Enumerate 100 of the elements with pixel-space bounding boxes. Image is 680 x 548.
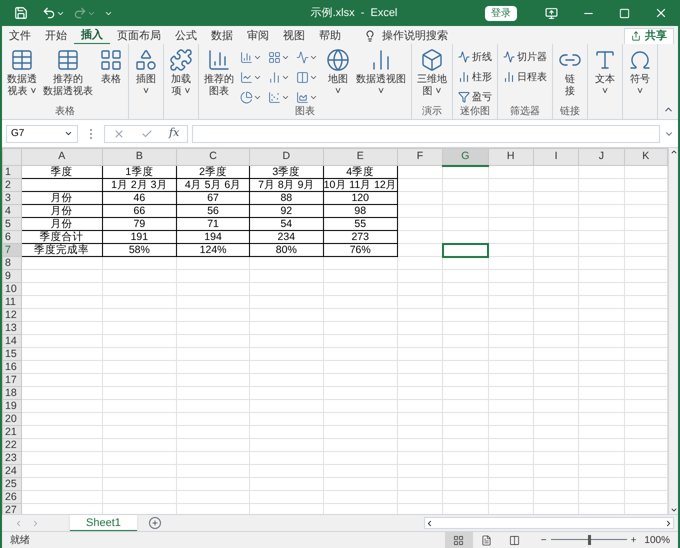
- row-header[interactable]: 17: [2, 374, 22, 387]
- maximize-icon[interactable]: [619, 8, 630, 18]
- sign-in-button[interactable]: 登录: [485, 6, 517, 20]
- column-header[interactable]: K: [624, 148, 668, 166]
- row-header[interactable]: 11: [2, 296, 22, 309]
- ribbon-display-icon[interactable]: [545, 6, 558, 20]
- zoom-level[interactable]: 100%: [644, 532, 670, 548]
- ribbon-tab[interactable]: 开始: [38, 27, 74, 45]
- ribbon-button[interactable]: 盈亏: [456, 88, 494, 106]
- row-header[interactable]: 2: [2, 178, 22, 192]
- row-header[interactable]: 24: [2, 464, 22, 478]
- zoom-slider[interactable]: [550, 535, 627, 545]
- add-sheet-icon[interactable]: [148, 517, 161, 529]
- row-header[interactable]: 25: [2, 478, 22, 491]
- row-header[interactable]: 26: [2, 490, 22, 504]
- row-header[interactable]: 6: [2, 230, 22, 244]
- ribbon-button[interactable]: 文本 ˅: [591, 44, 619, 106]
- table-cell: 79: [102, 218, 177, 231]
- scroll-left-icon[interactable]: [425, 518, 434, 528]
- window-title: 示例.xlsx - Excel: [310, 6, 398, 21]
- row-header[interactable]: 7: [2, 244, 22, 257]
- ribbon-tab[interactable]: 页面布局: [110, 27, 168, 45]
- drag-handle-icon[interactable]: [90, 128, 92, 138]
- ribbon-button[interactable]: 数据透 视表 ˅: [5, 44, 39, 106]
- ribbon-button[interactable]: 链 接: [556, 44, 584, 106]
- table-cell: 98: [323, 204, 398, 218]
- ribbon-tab[interactable]: 文件: [2, 27, 38, 45]
- ribbon-button[interactable]: 日程表: [501, 68, 549, 86]
- row-header[interactable]: 1: [2, 166, 22, 179]
- share-button[interactable]: 共享: [624, 28, 674, 44]
- scroll-up-icon[interactable]: [670, 148, 678, 156]
- horizontal-scrollbar[interactable]: [424, 517, 674, 529]
- close-icon[interactable]: [654, 6, 668, 20]
- table-cell: 季度完成率: [21, 244, 102, 257]
- row-header[interactable]: 23: [2, 452, 22, 465]
- column-header[interactable]: E: [323, 148, 398, 166]
- row-header[interactable]: 21: [2, 426, 22, 439]
- sheet-tab[interactable]: Sheet1: [70, 514, 137, 532]
- ribbon-button[interactable]: 推荐的 数据透视表: [41, 44, 95, 106]
- row-header[interactable]: 16: [2, 360, 22, 374]
- formula-input[interactable]: [192, 124, 660, 142]
- name-box[interactable]: G7: [6, 124, 78, 142]
- cube-icon: [420, 48, 444, 72]
- row-header[interactable]: 10: [2, 282, 22, 296]
- ribbon-button[interactable]: 柱形: [456, 68, 494, 86]
- column-header[interactable]: D: [249, 148, 324, 166]
- bar-chart-icon: [268, 70, 281, 84]
- view-button[interactable]: [444, 532, 473, 548]
- row-header[interactable]: 5: [2, 218, 22, 231]
- save-icon[interactable]: [14, 6, 28, 20]
- tell-me-search[interactable]: 操作说明搜索: [382, 28, 448, 44]
- row-header[interactable]: 27: [2, 504, 22, 514]
- ribbon-tab[interactable]: 公式: [168, 27, 204, 45]
- ribbon-tab[interactable]: 审阅: [240, 27, 276, 45]
- ribbon-button[interactable]: 地图 ˅: [324, 44, 352, 106]
- undo-icon[interactable]: [42, 6, 56, 20]
- row-header[interactable]: 4: [2, 204, 22, 218]
- ribbon-tab[interactable]: 数据: [204, 27, 240, 45]
- row-header[interactable]: 9: [2, 270, 22, 283]
- column-header[interactable]: G: [442, 148, 488, 166]
- ribbon-button[interactable]: 插图 ˅: [132, 44, 160, 106]
- ribbon-button[interactable]: 数据透视图 ˅: [354, 44, 408, 106]
- column-header[interactable]: J: [578, 148, 624, 166]
- row-header[interactable]: 15: [2, 348, 22, 361]
- row-header[interactable]: 18: [2, 386, 22, 400]
- table-cell: 88: [249, 192, 324, 205]
- ribbon-button[interactable]: 加载 项 ˅: [167, 44, 195, 106]
- zoom-out-button[interactable]: −: [540, 532, 547, 548]
- zoom-thumb[interactable]: [588, 535, 591, 545]
- table-cell: 80%: [249, 244, 324, 257]
- row-header[interactable]: 12: [2, 308, 22, 322]
- ribbon-button[interactable]: 切片器: [501, 48, 549, 66]
- scroll-down-icon[interactable]: [670, 506, 678, 514]
- vertical-scrollbar[interactable]: [668, 148, 678, 514]
- row-header[interactable]: 13: [2, 322, 22, 335]
- column-header[interactable]: B: [102, 148, 177, 166]
- row-header[interactable]: 3: [2, 192, 22, 205]
- column-header[interactable]: I: [533, 148, 579, 166]
- ribbon-tab[interactable]: 视图: [276, 27, 312, 45]
- column-header[interactable]: F: [397, 148, 443, 166]
- ribbon-button[interactable]: 折线: [456, 48, 494, 66]
- ribbon-button[interactable]: 表格: [97, 44, 125, 106]
- active-cell[interactable]: [442, 244, 488, 257]
- column-header[interactable]: H: [488, 148, 534, 166]
- row-header[interactable]: 19: [2, 400, 22, 413]
- ribbon-button[interactable]: 三维地 图 ˅: [415, 44, 449, 106]
- column-header[interactable]: A: [21, 148, 102, 166]
- ribbon-button[interactable]: 推荐的 图表: [202, 44, 236, 106]
- insert-function-button[interactable]: fx: [169, 125, 180, 142]
- row-header[interactable]: 8: [2, 256, 22, 270]
- enter-icon[interactable]: [141, 128, 153, 140]
- row-header[interactable]: 14: [2, 334, 22, 348]
- row-header[interactable]: 20: [2, 412, 22, 426]
- scroll-right-icon[interactable]: [664, 518, 673, 528]
- column-header[interactable]: C: [176, 148, 250, 166]
- ribbon-tab[interactable]: 帮助: [312, 27, 348, 45]
- zoom-in-button[interactable]: +: [630, 532, 636, 548]
- ribbon-button[interactable]: 符号 ˅: [626, 44, 654, 106]
- row-header[interactable]: 22: [2, 438, 22, 452]
- cancel-icon[interactable]: [113, 128, 125, 140]
